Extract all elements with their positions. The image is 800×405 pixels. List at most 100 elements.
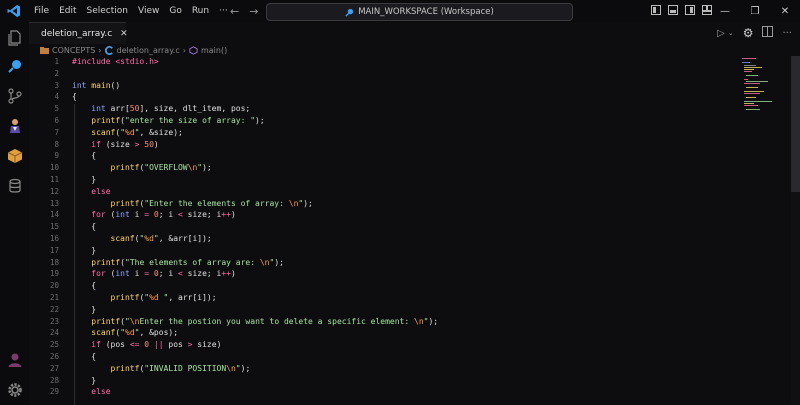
code-token: if	[91, 340, 106, 350]
line-number: 3	[54, 80, 59, 90]
code-line[interactable]: printf("\nEnter the postion you want to …	[72, 316, 732, 328]
code-line[interactable]: if (size > 50)	[72, 139, 732, 151]
search-view-icon[interactable]	[7, 58, 23, 74]
account-icon[interactable]	[7, 352, 23, 368]
code-line[interactable]: else	[72, 186, 732, 198]
line-number: 28	[49, 375, 59, 385]
code-line[interactable]: printf("%d ", arr[i]);	[72, 292, 732, 304]
code-line[interactable]: int arr[50], size, dlt_item, pos;	[72, 103, 732, 115]
code-token: 0	[139, 340, 150, 350]
breadcrumb-file[interactable]: deletion_array.c	[117, 46, 180, 55]
menu-item[interactable]: View	[133, 0, 164, 22]
menu-item[interactable]: Edit	[54, 0, 81, 22]
code-line[interactable]: printf("Enter the elements of array: \n"…	[72, 198, 732, 210]
toggle-panel-icon[interactable]	[668, 5, 678, 15]
line-number: 4	[54, 92, 59, 102]
code-editor[interactable]: 1 2 3 4 5 6 7 8 9 10 11 12 13 14 15 16 17 18 19 20 21 22 23 24 2…	[29, 56, 791, 405]
code-line[interactable]: {	[72, 150, 732, 162]
run-dropdown-icon[interactable]: ⌄	[728, 29, 734, 37]
code-token: %d	[144, 233, 154, 243]
menu-item[interactable]: Selection	[82, 0, 133, 22]
line-number: 22	[49, 304, 59, 314]
code-line[interactable]: scanf("%d", &arr[i]);	[72, 233, 732, 245]
restore-icon[interactable]: ❐	[740, 6, 770, 17]
toggle-secondary-sidebar-icon[interactable]	[685, 5, 695, 15]
code-line[interactable]: else	[72, 386, 732, 398]
minimap[interactable]	[742, 56, 772, 116]
code-token: 50	[139, 139, 154, 149]
code-line[interactable]: }	[72, 174, 732, 186]
code-token: printf	[110, 163, 140, 173]
vscode-logo-icon[interactable]	[5, 2, 23, 20]
code-token: (size	[105, 139, 135, 149]
code-line[interactable]: if (pos <= 0 || pos > size)	[72, 339, 732, 351]
code-line[interactable]: {	[72, 91, 732, 103]
breadcrumb-symbol[interactable]: main()	[201, 46, 227, 55]
code-token: {	[72, 92, 77, 102]
tab-deletion-array[interactable]: deletion_array.c ✕	[29, 22, 128, 44]
code-line[interactable]: #include <stdio.h>	[72, 56, 732, 68]
line-number: 7	[54, 127, 59, 137]
code-line[interactable]: }	[72, 375, 732, 387]
code-line[interactable]: printf("INVALID POSITION\n");	[72, 363, 732, 375]
code-token: ++	[221, 269, 231, 279]
code-token: %d	[125, 127, 135, 137]
close-tab-icon[interactable]: ✕	[120, 29, 128, 39]
code-line[interactable]: int main()	[72, 80, 732, 92]
code-token: }	[72, 245, 97, 255]
menu-item[interactable]: File	[29, 0, 54, 22]
code-line[interactable]: printf("enter the size of array: ");	[72, 115, 732, 127]
code-line[interactable]: printf("OVERFLOW\n");	[72, 162, 732, 174]
code-line[interactable]: }	[72, 245, 732, 257]
menu-item[interactable]: Go	[164, 0, 186, 22]
code-line[interactable]: }	[72, 304, 732, 316]
run-debug-icon[interactable]	[7, 118, 23, 134]
line-number: 29	[49, 387, 59, 397]
source-control-icon[interactable]	[7, 88, 23, 104]
search-icon	[345, 8, 354, 17]
line-number: 17	[49, 245, 59, 255]
code-token: );	[274, 257, 284, 267]
back-arrow-icon[interactable]: ←	[230, 5, 239, 18]
minimize-icon[interactable]: —	[710, 6, 740, 17]
code-line[interactable]: {	[72, 221, 732, 233]
code-token: , &arr[i]);	[158, 233, 212, 243]
code-line[interactable]: scanf("%d", &size);	[72, 127, 732, 139]
more-actions-icon[interactable]: ···	[782, 28, 792, 39]
code-line[interactable]: for (int i = 0; i < size; i++)	[72, 268, 732, 280]
line-number: 1	[54, 57, 59, 66]
menu-item[interactable]: Run	[187, 0, 214, 22]
code-token: %d	[125, 328, 135, 338]
code-token: ++	[221, 210, 231, 220]
code-token: }	[72, 304, 97, 314]
code-line[interactable]: for (int i = 0; i < size; i++)	[72, 209, 732, 221]
code-line[interactable]: {	[72, 351, 732, 363]
code-token: int	[115, 269, 135, 279]
line-number: 10	[49, 163, 59, 173]
split-editor-icon[interactable]	[762, 26, 774, 40]
command-center-search[interactable]: MAIN_WORKSPACE (Workspace)	[266, 3, 573, 21]
manage-gear-icon[interactable]	[7, 382, 23, 398]
line-number: 21	[49, 292, 59, 302]
forward-arrow-icon[interactable]: →	[249, 5, 258, 18]
toggle-primary-sidebar-icon[interactable]	[651, 5, 661, 15]
code-line[interactable]: printf("The elements of array are: \n");	[72, 257, 732, 269]
close-window-icon[interactable]: ✕	[770, 6, 800, 17]
scrollbar-thumb[interactable]	[791, 56, 800, 192]
breadcrumb-folder[interactable]: CONCEPTS	[52, 46, 95, 55]
code-token: else	[91, 186, 111, 196]
extensions-icon[interactable]	[7, 148, 23, 164]
run-file-icon[interactable]: ▷	[717, 28, 725, 39]
line-number: 15	[49, 222, 59, 232]
explorer-icon[interactable]	[7, 30, 23, 46]
code-line[interactable]: {	[72, 280, 732, 292]
code-area[interactable]: #include <stdio.h> int main(){ int arr[5…	[72, 56, 732, 398]
code-line[interactable]	[72, 68, 732, 80]
code-line[interactable]: scanf("%d", &pos);	[72, 327, 732, 339]
code-token: );	[240, 363, 251, 373]
code-token: }	[72, 174, 97, 184]
code-token: 0	[149, 269, 159, 279]
settings-gear-icon[interactable]: ⚙	[743, 26, 754, 40]
database-icon[interactable]	[7, 178, 23, 194]
